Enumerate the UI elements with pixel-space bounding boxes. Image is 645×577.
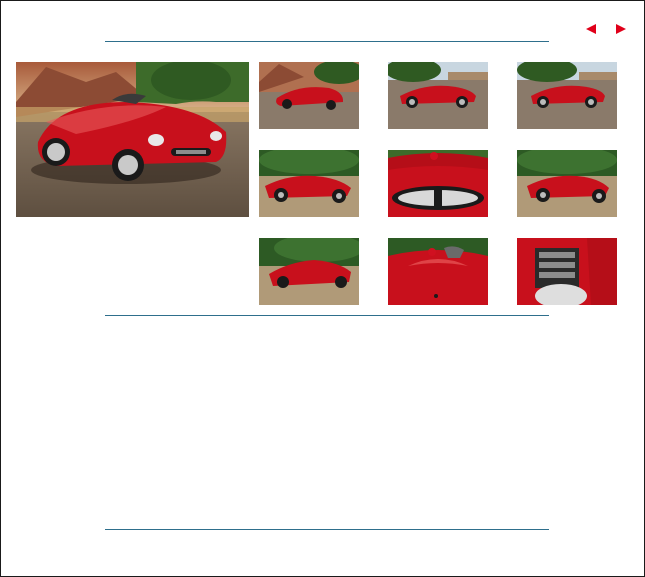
gallery-page	[0, 0, 645, 577]
car-photo-image	[388, 62, 488, 129]
thumbnail-8[interactable]	[388, 238, 488, 305]
thumbnail-9[interactable]	[517, 238, 617, 305]
car-photo-image	[517, 62, 617, 129]
triangle-right-icon	[616, 24, 626, 34]
main-photo[interactable]	[16, 62, 249, 217]
car-photo-image	[259, 238, 359, 305]
car-photo-image	[517, 238, 617, 305]
previous-button[interactable]	[583, 22, 599, 36]
car-photo-image	[388, 150, 488, 217]
middle-divider	[105, 315, 549, 316]
thumbnail-7[interactable]	[259, 238, 359, 305]
top-divider	[105, 41, 549, 42]
thumbnail-4[interactable]	[259, 150, 359, 217]
car-photo-image	[259, 150, 359, 217]
thumbnail-1[interactable]	[259, 62, 359, 129]
car-photo-image	[517, 150, 617, 217]
triangle-left-icon	[586, 24, 596, 34]
thumbnail-5[interactable]	[388, 150, 488, 217]
thumbnail-3[interactable]	[517, 62, 617, 129]
car-photo-image	[16, 62, 249, 217]
car-photo-image	[388, 238, 488, 305]
thumbnail-2[interactable]	[388, 62, 488, 129]
thumbnail-6[interactable]	[517, 150, 617, 217]
next-button[interactable]	[613, 22, 629, 36]
bottom-divider	[105, 529, 549, 530]
car-photo-image	[259, 62, 359, 129]
